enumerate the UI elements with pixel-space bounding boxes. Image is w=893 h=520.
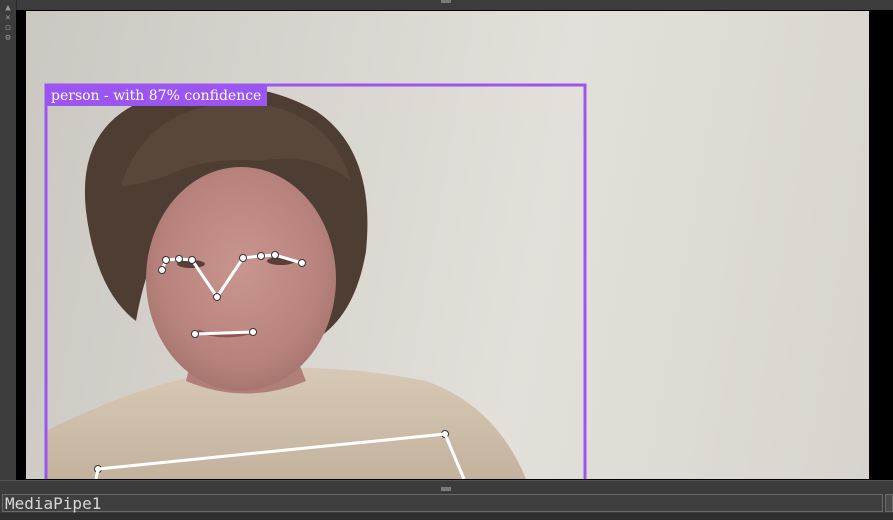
shoulder-skeleton: [94, 432, 466, 479]
resize-handle-top[interactable]: [441, 0, 451, 3]
settings-icon[interactable]: ⚙: [3, 34, 13, 43]
viewer-side-strip: ▲ ✕ ◻ ⚙: [0, 0, 17, 490]
pin-icon[interactable]: ▲: [3, 4, 13, 13]
close-icon[interactable]: ✕: [3, 14, 13, 23]
person-bounding-box: [44, 83, 587, 479]
detection-label: person - with 87% confidence: [46, 86, 268, 106]
video-frame[interactable]: [26, 11, 869, 479]
status-ticks: [0, 513, 893, 520]
resize-handle-bottom[interactable]: [441, 487, 451, 491]
viewer-name-field[interactable]: MediaPipe1: [2, 494, 883, 513]
face-landmarks: [160, 253, 303, 336]
detection-overlay: [44, 83, 587, 479]
status-bar-end-cap: [885, 494, 893, 512]
maximize-icon[interactable]: ◻: [3, 24, 13, 33]
